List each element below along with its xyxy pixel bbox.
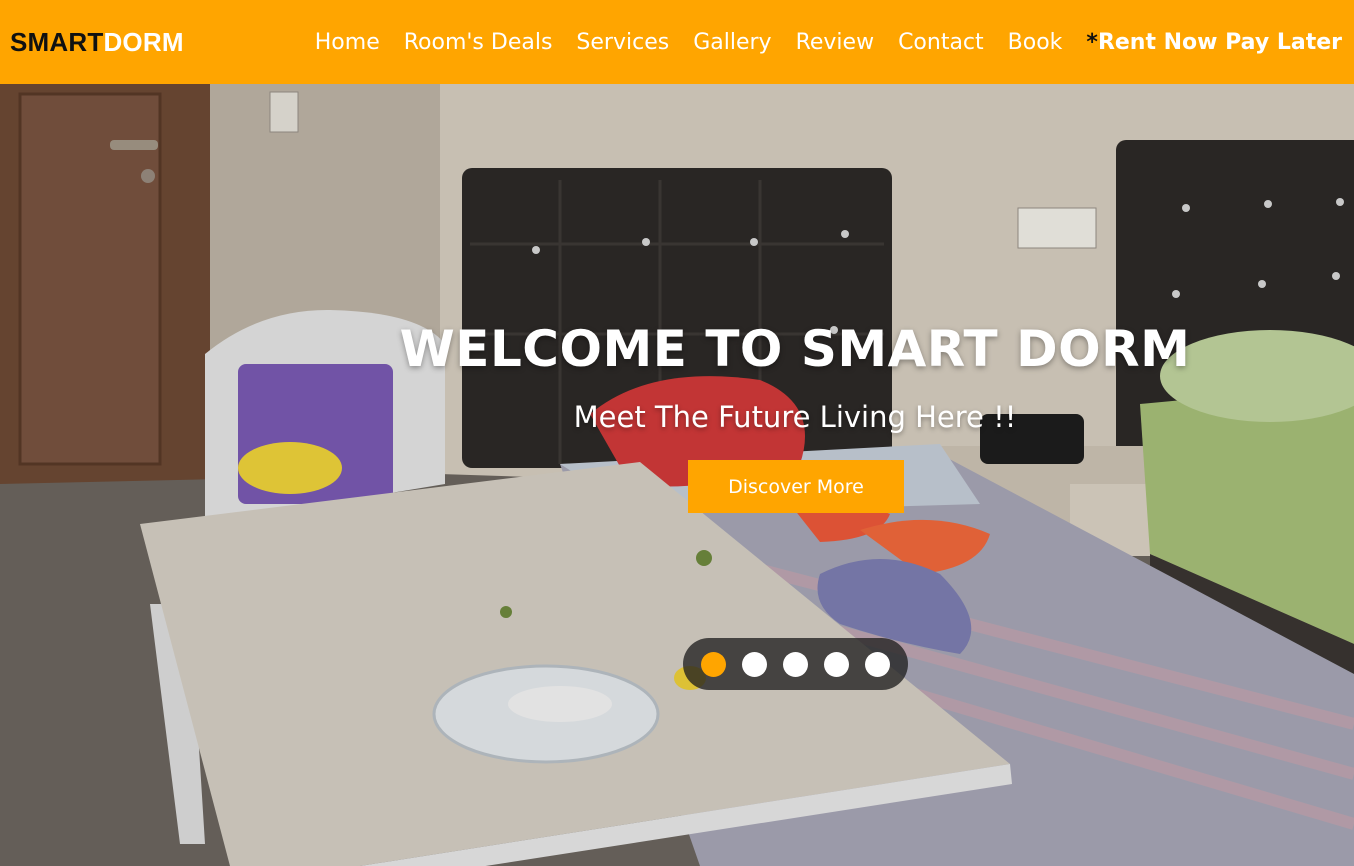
discover-more-button[interactable]: Discover More xyxy=(688,460,904,513)
nav-link-book[interactable]: Book xyxy=(1008,30,1063,55)
top-navbar: SMARTDORM Home Room's Deals Services Gal… xyxy=(0,0,1354,84)
promo-label: Rent Now Pay Later xyxy=(1097,29,1342,55)
nav-link-home[interactable]: Home xyxy=(315,30,380,55)
nav-link-gallery[interactable]: Gallery xyxy=(693,30,771,55)
slider-dot-4[interactable] xyxy=(824,651,849,677)
hero-slider: WELCOME TO SMART DORM Meet The Future Li… xyxy=(0,84,1354,866)
nav-link-rent-now-pay-later[interactable]: *Rent Now Pay Later xyxy=(1086,30,1342,55)
nav-link-contact[interactable]: Contact xyxy=(898,30,984,55)
hero-overlay xyxy=(0,84,1354,866)
hero-title: WELCOME TO SMART DORM xyxy=(399,320,1191,378)
slider-dot-2[interactable] xyxy=(742,651,767,677)
nav-link-services[interactable]: Services xyxy=(576,30,669,55)
slider-dot-1[interactable] xyxy=(701,651,726,677)
slider-pagination xyxy=(683,638,908,690)
slider-dot-5[interactable] xyxy=(865,651,890,677)
slider-dot-3[interactable] xyxy=(783,651,808,677)
brand-logo-part2: DORM xyxy=(103,26,184,57)
brand-logo[interactable]: SMARTDORM xyxy=(10,27,184,58)
promo-asterisk: * xyxy=(1086,29,1098,55)
nav-link-rooms-deals[interactable]: Room's Deals xyxy=(404,30,553,55)
brand-logo-part1: SMART xyxy=(10,26,104,57)
hero-subtitle: Meet The Future Living Here !! xyxy=(573,400,1017,434)
nav-link-review[interactable]: Review xyxy=(796,30,875,55)
nav-menu: Home Room's Deals Services Gallery Revie… xyxy=(315,30,1342,55)
